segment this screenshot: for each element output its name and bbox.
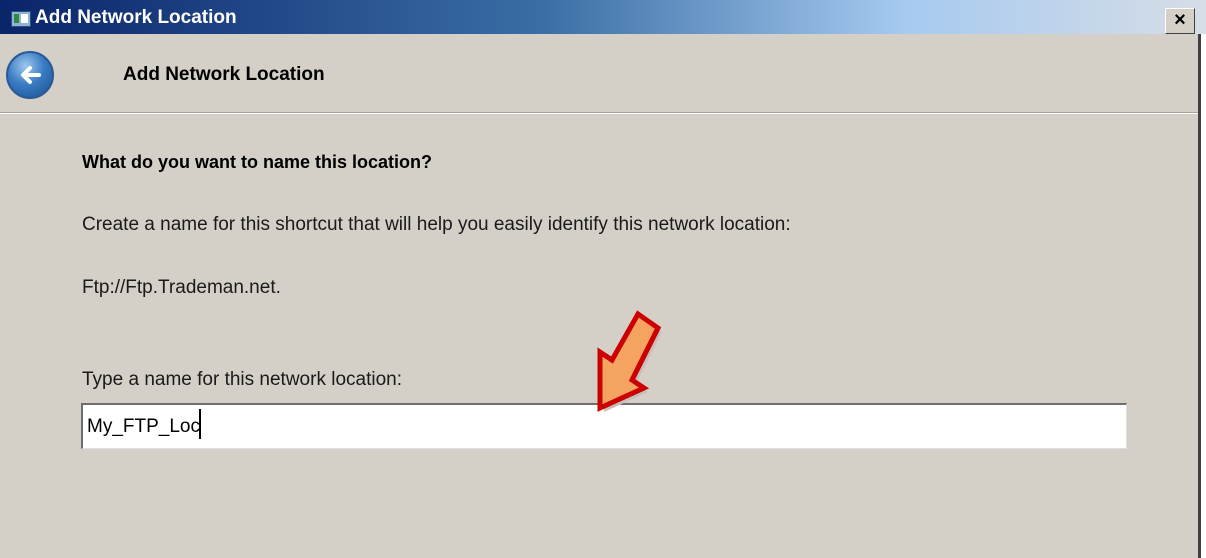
close-button[interactable]: × [1165, 8, 1195, 34]
network-location-icon [11, 11, 31, 27]
title-bar: Add Network Location [0, 0, 1206, 34]
window-title: Add Network Location [35, 7, 237, 28]
back-arrow-icon [21, 66, 41, 84]
window-border-highlight [1201, 34, 1206, 558]
question-heading: What do you want to name this location? [82, 152, 432, 172]
back-button[interactable] [6, 51, 54, 99]
text-cursor [199, 409, 201, 439]
name-field-label: Type a name for this network location: [82, 369, 402, 390]
description-text: Create a name for this shortcut that wil… [82, 214, 791, 235]
pointer-arrow-icon [597, 310, 662, 412]
location-address: Ftp://Ftp.Trademan.net. [82, 277, 281, 298]
page-title: Add Network Location [123, 64, 325, 85]
dialog-window: Add Network Location What do you want to… [0, 34, 1202, 558]
header-divider [0, 112, 1198, 114]
